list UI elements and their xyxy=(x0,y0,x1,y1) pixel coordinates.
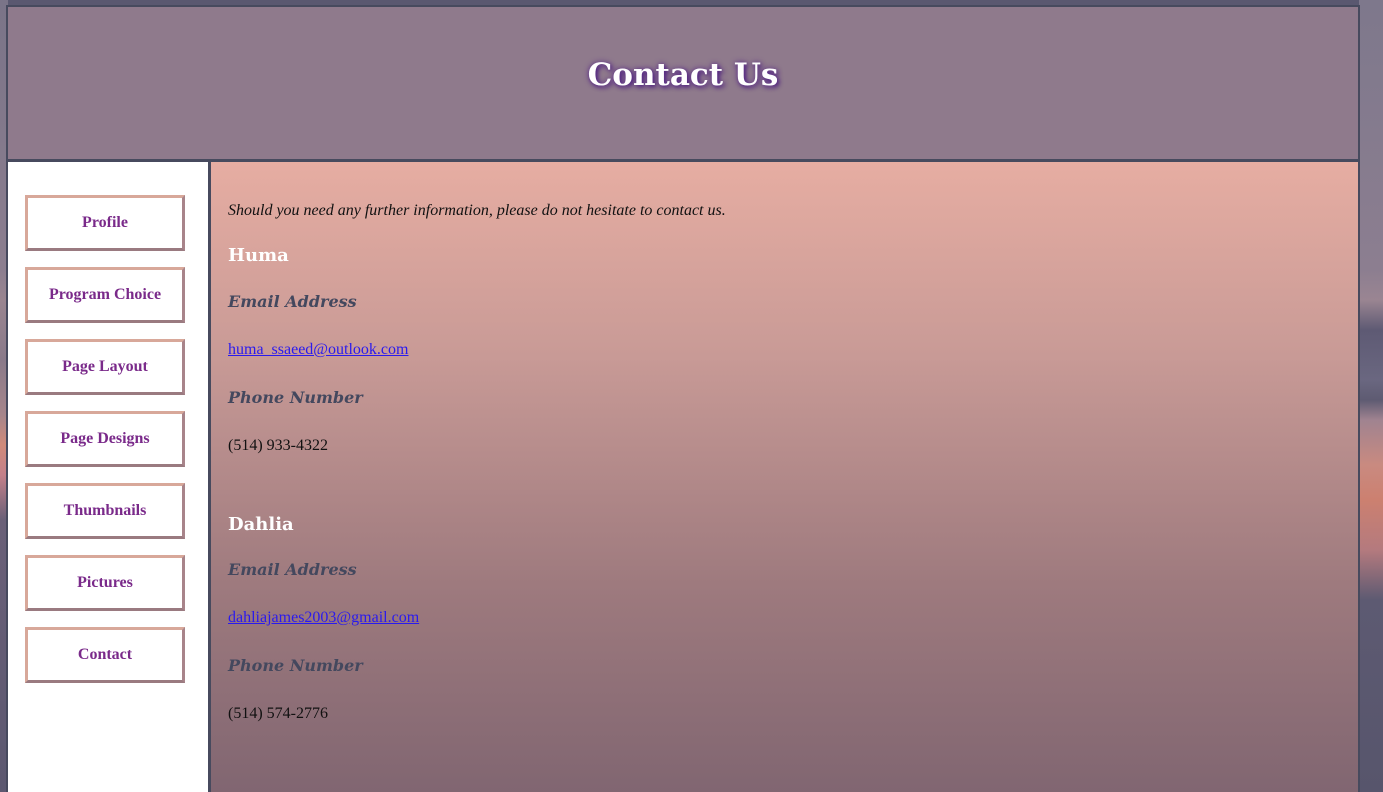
page-frame: Contact Us Profile Program Choice Page L… xyxy=(6,5,1360,792)
page-header: Contact Us xyxy=(8,7,1358,162)
sidebar-nav: Profile Program Choice Page Layout Page … xyxy=(8,162,211,792)
email-heading: Email Address xyxy=(228,560,357,579)
main-content: Should you need any further information,… xyxy=(211,162,1358,792)
phone-number-huma: (514) 933-4322 xyxy=(228,437,328,454)
nav-item-contact[interactable]: Contact xyxy=(25,627,185,683)
nav-item-thumbnails[interactable]: Thumbnails xyxy=(25,483,185,539)
background-right-edge xyxy=(1359,0,1383,792)
contact-name-dahlia: Dahlia xyxy=(228,514,294,535)
email-heading: Email Address xyxy=(228,292,357,311)
phone-heading: Phone Number xyxy=(228,388,363,407)
nav-item-page-layout[interactable]: Page Layout xyxy=(25,339,185,395)
email-link-dahlia[interactable]: dahliajames2003@gmail.com xyxy=(228,609,419,627)
page-title: Contact Us xyxy=(587,57,779,93)
intro-text: Should you need any further information,… xyxy=(228,202,726,219)
nav-item-pictures[interactable]: Pictures xyxy=(25,555,185,611)
nav-item-program-choice[interactable]: Program Choice xyxy=(25,267,185,323)
contact-name-huma: Huma xyxy=(228,245,289,266)
email-link-huma[interactable]: huma_ssaeed@outlook.com xyxy=(228,341,408,359)
nav-item-profile[interactable]: Profile xyxy=(25,195,185,251)
phone-heading: Phone Number xyxy=(228,656,363,675)
phone-number-dahlia: (514) 574-2776 xyxy=(228,705,328,722)
nav-item-page-designs[interactable]: Page Designs xyxy=(25,411,185,467)
